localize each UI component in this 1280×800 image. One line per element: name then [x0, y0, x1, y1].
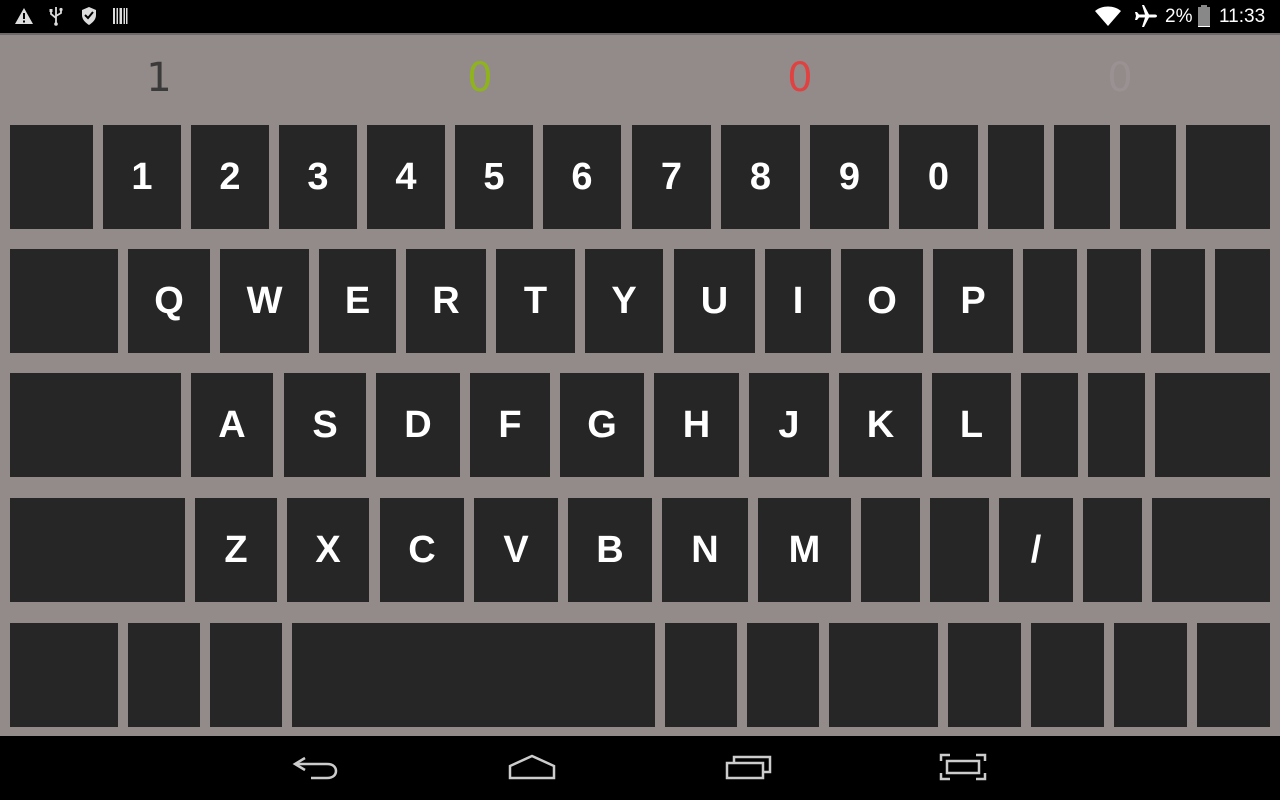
screenshot-icon [938, 752, 988, 787]
score-counter-4: 0 [1107, 55, 1133, 101]
key-blank[interactable] [747, 623, 819, 727]
warning-icon [14, 6, 34, 31]
key-blank[interactable] [1120, 125, 1176, 229]
key-blank[interactable] [1151, 249, 1205, 353]
battery-percent: 2% [1165, 6, 1193, 27]
key-m[interactable]: M [758, 498, 851, 602]
score-counter-3: 0 [787, 55, 813, 101]
key-blank[interactable] [1023, 249, 1077, 353]
key-r[interactable]: R [406, 249, 486, 353]
key-blank[interactable] [10, 125, 93, 229]
key-2[interactable]: 2 [191, 125, 269, 229]
key-b[interactable]: B [568, 498, 652, 602]
key-l[interactable]: L [932, 373, 1011, 477]
key-f[interactable]: F [470, 373, 550, 477]
key-blank[interactable] [1087, 249, 1141, 353]
key-y[interactable]: Y [585, 249, 663, 353]
clock: 11:33 [1219, 6, 1266, 27]
key-blank[interactable] [861, 498, 920, 602]
key-blank[interactable] [1114, 623, 1187, 727]
key-blank[interactable] [1152, 498, 1270, 602]
key-0[interactable]: 0 [899, 125, 978, 229]
key-x[interactable]: X [287, 498, 369, 602]
key-blank[interactable] [829, 623, 938, 727]
key-blank[interactable] [10, 623, 118, 727]
key-blank[interactable] [1054, 125, 1110, 229]
key-blank[interactable] [948, 623, 1021, 727]
key-q[interactable]: Q [128, 249, 210, 353]
status-bar: 2% 11:33 [0, 0, 1280, 33]
key-9[interactable]: 9 [810, 125, 889, 229]
key-c[interactable]: C [380, 498, 464, 602]
key-blank[interactable] [930, 498, 989, 602]
key-n[interactable]: N [662, 498, 748, 602]
key-blank[interactable] [1215, 249, 1270, 353]
key-blank[interactable] [1031, 623, 1104, 727]
key-blank[interactable] [1088, 373, 1145, 477]
usb-icon [48, 6, 64, 31]
key-v[interactable]: V [474, 498, 558, 602]
key-blank[interactable] [10, 249, 118, 353]
key-e[interactable]: E [319, 249, 396, 353]
back-icon [291, 752, 341, 787]
key-blank[interactable] [1155, 373, 1270, 477]
key-blank[interactable] [10, 373, 181, 477]
key-k[interactable]: K [839, 373, 922, 477]
key-blank[interactable] [10, 498, 185, 602]
recent-apps-icon [724, 752, 774, 787]
home-icon [507, 752, 557, 787]
key-8[interactable]: 8 [721, 125, 800, 229]
key-blank[interactable] [128, 623, 200, 727]
airplane-icon [1133, 4, 1159, 33]
key-z[interactable]: Z [195, 498, 277, 602]
back-button[interactable] [276, 750, 356, 788]
score-counter-2: 0 [467, 55, 493, 101]
key-blank[interactable] [1197, 623, 1270, 727]
key-blank[interactable] [210, 623, 282, 727]
key-j[interactable]: J [749, 373, 829, 477]
key-3[interactable]: 3 [279, 125, 357, 229]
key-s[interactable]: S [284, 373, 366, 477]
recent-apps-button[interactable] [709, 750, 789, 788]
key-i[interactable]: I [765, 249, 831, 353]
key-space[interactable] [292, 623, 655, 727]
key-g[interactable]: G [560, 373, 644, 477]
key-a[interactable]: A [191, 373, 273, 477]
key-blank[interactable] [1021, 373, 1078, 477]
key-blank[interactable] [1186, 125, 1270, 229]
battery-icon [1197, 4, 1211, 33]
shield-icon [80, 6, 98, 31]
key-slash[interactable]: / [999, 498, 1073, 602]
key-6[interactable]: 6 [543, 125, 621, 229]
key-u[interactable]: U [674, 249, 755, 353]
key-blank[interactable] [665, 623, 737, 727]
game-area: 1000 1234567890QWERTYUIOPASDFGHJKLZXCVBN… [0, 33, 1280, 736]
key-h[interactable]: H [654, 373, 739, 477]
key-p[interactable]: P [933, 249, 1013, 353]
barcode-icon [112, 6, 128, 31]
key-t[interactable]: T [496, 249, 575, 353]
screenshot-button[interactable] [923, 750, 1003, 788]
wifi-icon [1094, 5, 1122, 32]
key-4[interactable]: 4 [367, 125, 445, 229]
key-5[interactable]: 5 [455, 125, 533, 229]
key-7[interactable]: 7 [632, 125, 711, 229]
home-button[interactable] [492, 750, 572, 788]
key-1[interactable]: 1 [103, 125, 181, 229]
score-counter-1: 1 [146, 55, 172, 101]
key-d[interactable]: D [376, 373, 460, 477]
key-blank[interactable] [1083, 498, 1142, 602]
key-w[interactable]: W [220, 249, 309, 353]
key-o[interactable]: O [841, 249, 923, 353]
navigation-bar [0, 736, 1280, 800]
key-blank[interactable] [988, 125, 1044, 229]
